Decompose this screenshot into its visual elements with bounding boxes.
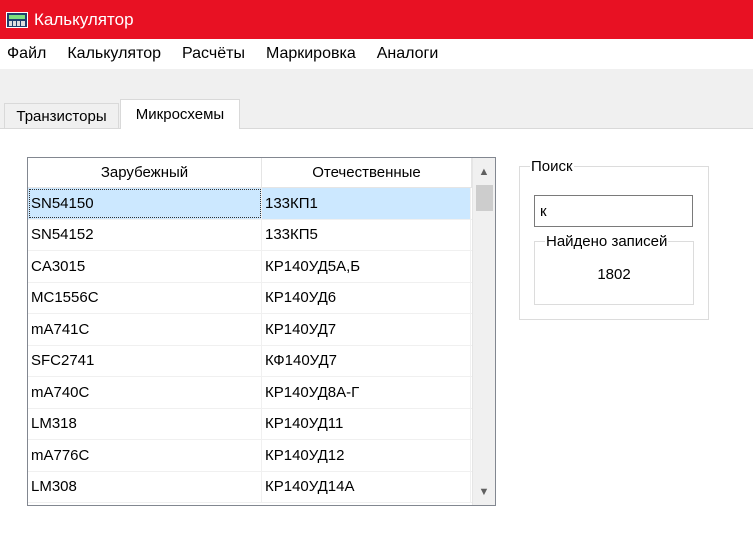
table-header: Зарубежный Отечественные xyxy=(28,158,495,188)
cell-foreign[interactable]: LM308 xyxy=(28,471,262,502)
table-row[interactable]: CA3015 КР140УД5А,Б xyxy=(28,251,472,283)
cell-domestic[interactable]: КР140УД12 xyxy=(262,440,471,471)
window-title: Калькулятор xyxy=(34,9,134,29)
cell-foreign[interactable]: mA740C xyxy=(28,377,262,408)
tab-strip: Транзисторы Микросхемы xyxy=(0,69,753,129)
cell-foreign[interactable]: MC1556C xyxy=(28,282,262,313)
cell-domestic[interactable]: КР140УД6 xyxy=(262,282,471,313)
menu-marking[interactable]: Маркировка xyxy=(266,45,356,63)
tab-microchips[interactable]: Микросхемы xyxy=(120,99,240,129)
cell-domestic[interactable]: КР140УД14А xyxy=(262,471,471,502)
cell-foreign[interactable]: mA741C xyxy=(28,314,262,345)
cell-foreign[interactable]: SN54152 xyxy=(28,219,262,250)
cell-foreign[interactable]: SN54150 xyxy=(28,188,262,219)
table-row[interactable]: SN54152 133КП5 xyxy=(28,219,472,251)
cell-foreign[interactable]: CA3015 xyxy=(28,251,262,282)
table-row[interactable]: LM318 КР140УД11 xyxy=(28,408,472,440)
scroll-thumb[interactable] xyxy=(476,185,493,211)
calculator-icon xyxy=(6,11,28,28)
column-header-domestic[interactable]: Отечественные xyxy=(262,158,472,187)
table-row[interactable]: mA741C КР140УД7 xyxy=(28,314,472,346)
tab-transistors[interactable]: Транзисторы xyxy=(4,103,119,128)
menu-calculations[interactable]: Расчёты xyxy=(182,45,245,63)
cell-foreign[interactable]: SFC2741 xyxy=(28,345,262,376)
table-row[interactable]: mA740C КР140УД8А-Г xyxy=(28,377,472,409)
menu-calculator[interactable]: Калькулятор xyxy=(67,45,161,63)
found-records-count: 1802 xyxy=(597,266,631,283)
found-records-label: Найдено записей xyxy=(545,233,669,250)
scroll-up-icon[interactable]: ▲ xyxy=(473,160,495,183)
search-group-label: Поиск xyxy=(530,158,574,175)
cell-domestic[interactable]: КР140УД11 xyxy=(262,408,471,439)
table-row[interactable]: mA776C КР140УД12 xyxy=(28,440,472,472)
table-row[interactable]: SN54150 133КП1 xyxy=(28,188,472,220)
cell-domestic[interactable]: КР140УД8А-Г xyxy=(262,377,471,408)
title-bar: Калькулятор xyxy=(0,0,753,39)
vertical-scrollbar[interactable]: ▲ ▼ xyxy=(472,158,495,505)
column-header-foreign[interactable]: Зарубежный xyxy=(28,158,262,187)
menu-analogs[interactable]: Аналоги xyxy=(377,45,439,63)
table-row[interactable]: SFC2741 КФ140УД7 xyxy=(28,345,472,377)
table-body: SN54150 133КП1 SN54152 133КП5 CA3015 КР140УД5… xyxy=(28,188,472,503)
cell-foreign[interactable]: LM318 xyxy=(28,408,262,439)
menu-file[interactable]: Файл xyxy=(7,45,46,63)
search-input[interactable] xyxy=(534,195,693,227)
cell-domestic[interactable]: 133КП1 xyxy=(262,188,471,219)
analogs-table[interactable]: Зарубежный Отечественные SN54150 133КП1 SN… xyxy=(27,157,496,506)
scroll-down-icon[interactable]: ▼ xyxy=(473,480,495,503)
cell-domestic[interactable]: 133КП5 xyxy=(262,219,471,250)
cell-domestic[interactable]: КР140УД5А,Б xyxy=(262,251,471,282)
cell-domestic[interactable]: КР140УД7 xyxy=(262,314,471,345)
menu-bar: Файл Калькулятор Расчёты Маркировка Анал… xyxy=(0,39,753,69)
table-row[interactable]: LM308 КР140УД14А xyxy=(28,471,472,503)
cell-domestic[interactable]: КФ140УД7 xyxy=(262,345,471,376)
table-row[interactable]: MC1556C КР140УД6 xyxy=(28,282,472,314)
cell-foreign[interactable]: mA776C xyxy=(28,440,262,471)
